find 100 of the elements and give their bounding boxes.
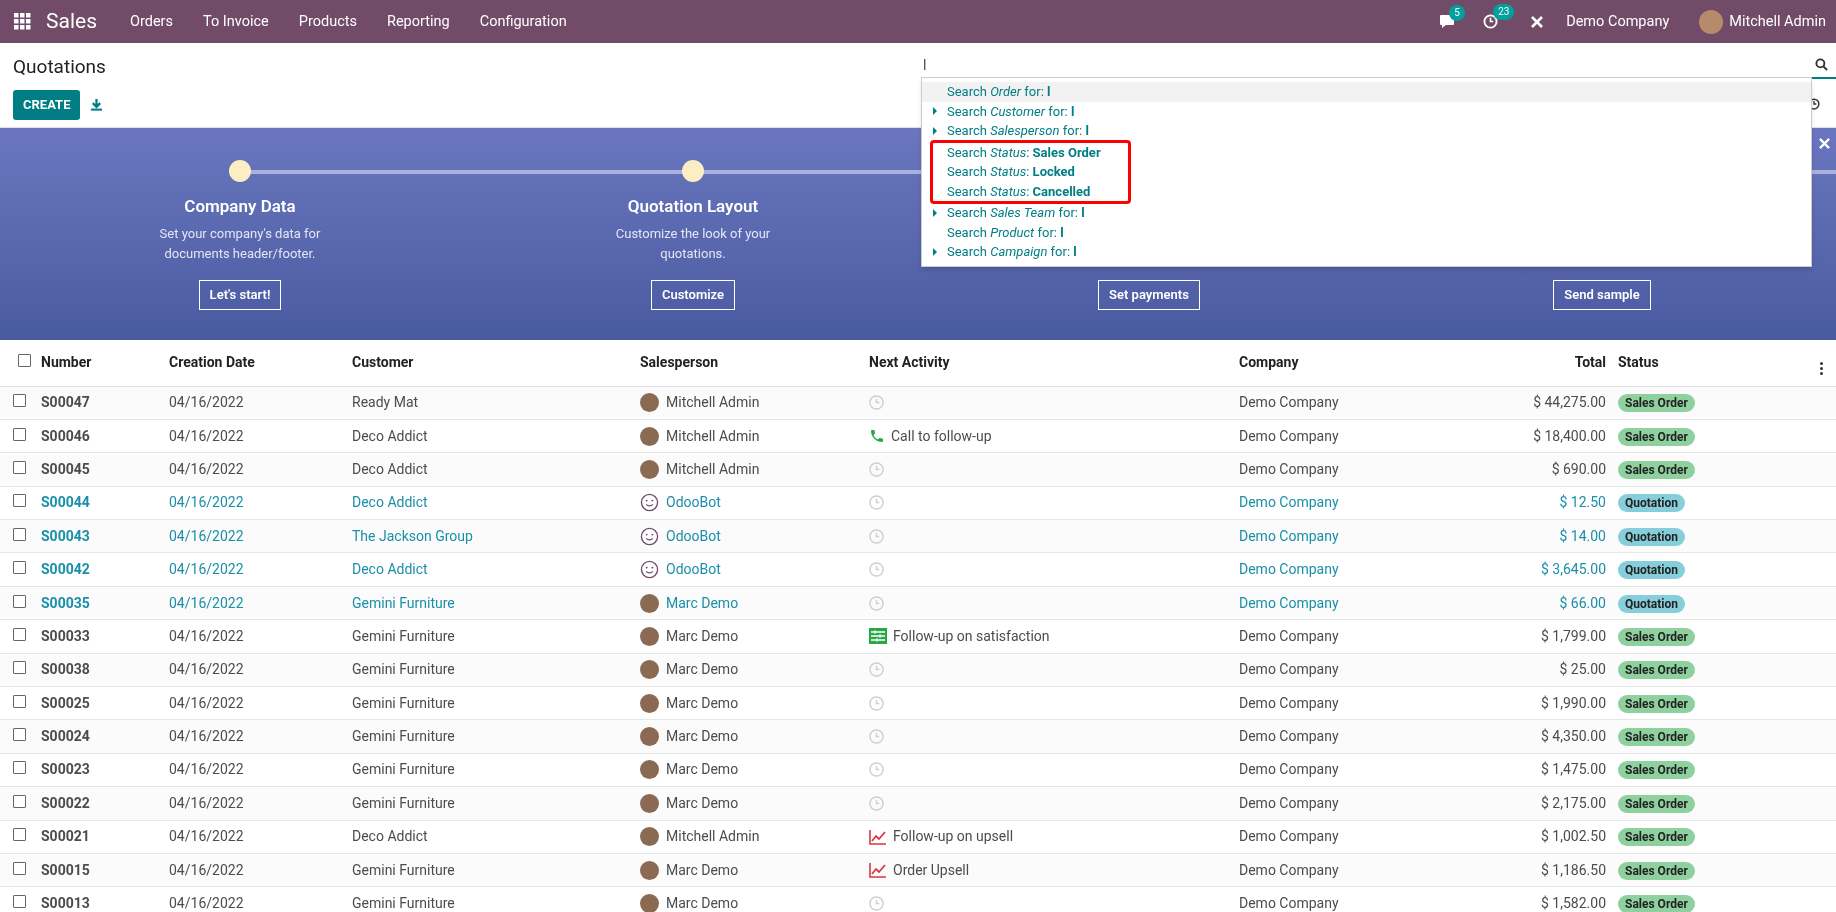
row-checkbox[interactable] bbox=[13, 460, 26, 474]
chat-icon[interactable] bbox=[1439, 14, 1456, 29]
row-checkbox[interactable] bbox=[13, 895, 26, 909]
order-number: S00025 bbox=[41, 694, 90, 711]
row-checkbox[interactable] bbox=[13, 427, 26, 441]
total-amount: $ 4,350.00 bbox=[1541, 728, 1606, 745]
close-button[interactable] bbox=[1819, 138, 1830, 149]
company-cell: Demo Company bbox=[1239, 728, 1339, 745]
column-header[interactable]: Status bbox=[1618, 354, 1659, 371]
customer-cell: Gemini Furniture bbox=[352, 594, 455, 611]
row-checkbox[interactable] bbox=[13, 861, 26, 875]
salesperson-name: Mitchell Admin bbox=[666, 393, 760, 413]
status-badge: Sales Order bbox=[1618, 694, 1695, 713]
tools-icon[interactable] bbox=[1530, 14, 1545, 29]
search-option[interactable]: Search Customer for: l bbox=[922, 101, 1811, 121]
menu-item[interactable]: Products bbox=[283, 10, 372, 33]
table-row[interactable]: S00024 04/16/2022 Gemini Furniture Marc Demo Demo Company $ 4,350.00 Sales Order bbox=[0, 719, 1836, 754]
table-row[interactable]: S00035 04/16/2022 Gemini Furniture Marc Demo Demo Company $ 66.00 Quotation bbox=[0, 586, 1836, 620]
customer-cell: Ready Mat bbox=[352, 394, 419, 411]
row-checkbox[interactable] bbox=[13, 561, 26, 575]
table-row[interactable]: S00013 04/16/2022 Gemini Furniture Marc Demo Demo Company $ 1,582.00 Sales Order bbox=[0, 886, 1836, 912]
row-checkbox[interactable] bbox=[13, 627, 26, 641]
row-checkbox[interactable] bbox=[13, 794, 26, 808]
caret-icon[interactable] bbox=[933, 247, 937, 256]
column-header[interactable]: Next Activity bbox=[869, 354, 950, 371]
search-option[interactable]: Search Salesperson for: l bbox=[922, 121, 1811, 141]
table-row[interactable]: S00023 04/16/2022 Gemini Furniture Marc Demo Demo Company $ 1,475.00 Sales Order bbox=[0, 753, 1836, 787]
table-row[interactable]: S00047 04/16/2022 Ready Mat Mitchell Admin Demo Company $ 44,275.00 Sales Order bbox=[0, 386, 1836, 420]
table-row[interactable]: S00045 04/16/2022 Deco Addict Mitchell Admin Demo Company $ 690.00 Sales Order bbox=[0, 452, 1836, 487]
search-option[interactable]: Search Order for: l bbox=[922, 82, 1811, 102]
company-cell: Demo Company bbox=[1239, 694, 1339, 711]
row-checkbox[interactable] bbox=[13, 694, 26, 708]
user-menu[interactable]: Mitchell Admin bbox=[1729, 10, 1826, 33]
column-options-icon[interactable] bbox=[1819, 362, 1823, 376]
total-amount: $ 1,799.00 bbox=[1541, 627, 1606, 644]
list-icon[interactable] bbox=[869, 628, 887, 645]
column-header[interactable]: Salesperson bbox=[640, 354, 719, 371]
customer-cell: Gemini Furniture bbox=[352, 895, 455, 912]
column-header[interactable]: Total bbox=[1574, 354, 1606, 371]
row-checkbox[interactable] bbox=[13, 661, 26, 675]
table-row[interactable]: S00042 04/16/2022 Deco Addict OdooBot Demo Company $ 3,645.00 Quotation bbox=[0, 552, 1836, 587]
table-row[interactable]: S00044 04/16/2022 Deco Addict OdooBot Demo Company $ 12.50 Quotation bbox=[0, 486, 1836, 520]
search-option[interactable]: Search Product for: l bbox=[922, 222, 1811, 242]
row-checkbox[interactable] bbox=[13, 828, 26, 842]
salesperson-name: Marc Demo bbox=[666, 727, 739, 747]
search-option[interactable]: Search Status: Sales Order bbox=[933, 142, 1128, 162]
step-button[interactable]: Customize bbox=[650, 279, 736, 310]
caret-icon[interactable] bbox=[933, 107, 937, 116]
step-button[interactable]: Let's start! bbox=[198, 279, 282, 310]
row-checkbox[interactable] bbox=[13, 761, 26, 775]
table-row[interactable]: S00025 04/16/2022 Gemini Furniture Marc Demo Demo Company $ 1,990.00 Sales Order bbox=[0, 686, 1836, 720]
row-checkbox[interactable] bbox=[13, 527, 26, 541]
total-amount: $ 12.50 bbox=[1559, 494, 1606, 511]
search-option[interactable]: Search Campaign for: l bbox=[922, 242, 1811, 262]
table-row[interactable]: S00021 04/16/2022 Deco Addict Mitchell Admin Follow-up on upsell Demo Company $ 1,002.50 Sales Order bbox=[0, 820, 1836, 854]
customer-cell: The Jackson Group bbox=[352, 527, 473, 544]
total-amount: $ 25.00 bbox=[1559, 661, 1606, 678]
step-button[interactable]: Send sample bbox=[1553, 280, 1651, 310]
salesperson-name: Marc Demo bbox=[666, 626, 739, 646]
column-header[interactable]: Number bbox=[41, 354, 92, 371]
menu-item[interactable]: To Invoice bbox=[188, 10, 284, 33]
avatar bbox=[640, 793, 659, 813]
order-number: S00035 bbox=[41, 594, 90, 611]
company-switcher[interactable]: Demo Company bbox=[1566, 10, 1670, 33]
table-row[interactable]: S00015 04/16/2022 Gemini Furniture Marc Demo Order Upsell Demo Company $ 1,186.50 Sales Order bbox=[0, 853, 1836, 887]
smiley-avatar-icon bbox=[640, 526, 659, 546]
step-button[interactable]: Set payments bbox=[1098, 280, 1200, 310]
salesperson-name: OdooBot bbox=[666, 560, 721, 580]
table-row[interactable]: S00043 04/16/2022 The Jackson Group OdooBot Demo Company $ 14.00 Quotation bbox=[0, 519, 1836, 553]
row-checkbox[interactable] bbox=[13, 728, 26, 742]
step-description: Set your company's data for documents header/footer. bbox=[158, 224, 322, 263]
salesperson-name: Mitchell Admin bbox=[666, 426, 760, 446]
status-badge: Sales Order bbox=[1618, 627, 1695, 646]
caret-icon[interactable] bbox=[933, 126, 937, 135]
row-checkbox[interactable] bbox=[13, 594, 26, 608]
app-title[interactable]: Sales bbox=[46, 5, 97, 38]
column-header[interactable]: Company bbox=[1239, 354, 1299, 371]
trend-chart-icon[interactable] bbox=[869, 828, 887, 845]
create-button[interactable]: CREATE bbox=[13, 89, 81, 120]
row-checkbox[interactable] bbox=[13, 394, 26, 408]
table-row[interactable]: S00022 04/16/2022 Gemini Furniture Marc Demo Demo Company $ 2,175.00 Sales Order bbox=[0, 786, 1836, 821]
search-option[interactable]: Search Sales Team for: l bbox=[922, 203, 1811, 223]
menu-item[interactable]: Orders bbox=[115, 10, 188, 33]
table-row[interactable]: S00046 04/16/2022 Deco Addict Mitchell Admin Call to follow-up Demo Company $ 18,400.00 Sales Order bbox=[0, 419, 1836, 453]
caret-icon[interactable] bbox=[933, 208, 937, 217]
table-row[interactable]: S00033 04/16/2022 Gemini Furniture Marc Demo Follow-up on satisfaction Demo Company $ 1,799.00 Sales Order bbox=[0, 619, 1836, 654]
column-header[interactable]: Customer bbox=[352, 354, 414, 371]
row-checkbox[interactable] bbox=[17, 354, 31, 368]
menu-item[interactable]: Configuration bbox=[464, 10, 582, 33]
order-number: S00033 bbox=[41, 627, 90, 644]
download-icon[interactable] bbox=[90, 98, 104, 111]
column-header[interactable]: Creation Date bbox=[169, 354, 255, 371]
row-checkbox[interactable] bbox=[13, 494, 26, 508]
phone-icon[interactable] bbox=[869, 428, 885, 445]
menu-item[interactable]: Reporting bbox=[371, 10, 465, 33]
apps-grid-icon[interactable] bbox=[14, 13, 31, 30]
search-option[interactable]: Search Status: Locked bbox=[933, 162, 1128, 182]
table-row[interactable]: S00038 04/16/2022 Gemini Furniture Marc Demo Demo Company $ 25.00 Sales Order bbox=[0, 653, 1836, 687]
search-option[interactable]: Search Status: Cancelled bbox=[933, 181, 1128, 201]
trend-chart-icon[interactable] bbox=[869, 862, 887, 879]
